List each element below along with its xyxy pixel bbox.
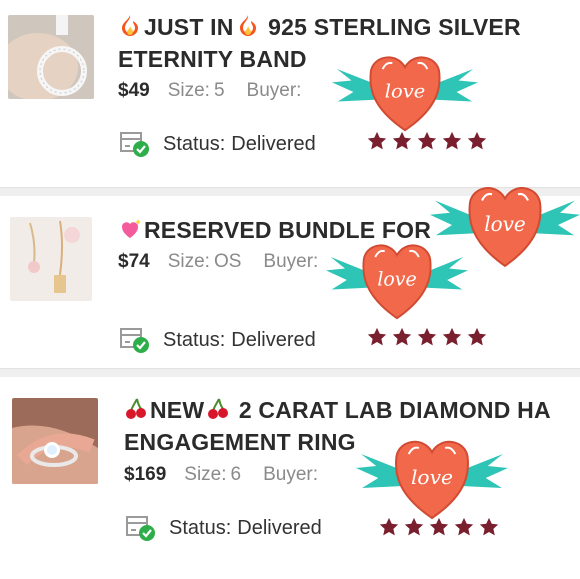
sparkling-heart-icon [118, 217, 142, 241]
delivered-package-icon [119, 128, 151, 158]
product-thumbnail-ring-pendant[interactable] [8, 15, 94, 99]
price: $74 [118, 251, 150, 272]
size-label: Size: [184, 464, 227, 485]
order-meta: $74 Size: OS Buyer: [118, 251, 322, 273]
size-value: OS [213, 251, 242, 272]
star-icon [467, 327, 487, 346]
star-icon [367, 327, 387, 346]
buyer-label: Buyer: [263, 251, 319, 272]
love-sticker-text: love [484, 212, 526, 236]
listing-title-line2: ETERNITY BAND [118, 46, 307, 72]
price: $49 [118, 80, 150, 101]
order-status: Status: Delivered [125, 512, 322, 542]
size-label: Size: [167, 251, 210, 272]
fire-icon [118, 14, 142, 38]
status-value: Delivered [231, 329, 316, 351]
status-label: Status: [169, 517, 232, 539]
star-icon [392, 327, 412, 346]
status-value: Delivered [237, 517, 322, 539]
size-value: 5 [213, 80, 225, 101]
price: $169 [124, 464, 167, 485]
rating-stars [366, 326, 491, 350]
love-heart-sticker: love [356, 432, 508, 522]
delivered-package-icon [119, 324, 151, 354]
status-label: Status: [163, 329, 226, 351]
order-card-1[interactable]: JUST IN 925 STERLING SILVER ETERNITY BAN… [0, 0, 580, 192]
cherries-icon [206, 397, 230, 421]
love-heart-sticker: love [332, 48, 478, 134]
buyer-label: Buyer: [246, 80, 302, 101]
product-thumbnail-earrings[interactable] [10, 217, 92, 301]
delivered-package-icon [125, 512, 157, 542]
love-sticker-text: love [411, 465, 453, 489]
buyer-label: Buyer: [263, 464, 319, 485]
product-thumbnail-diamond-ring[interactable] [12, 398, 98, 484]
cherries-icon [124, 397, 148, 421]
status-label: Status: [163, 133, 226, 155]
love-sticker-text: love [385, 80, 425, 103]
love-heart-sticker: love [326, 236, 468, 322]
order-status: Status: Delivered [119, 128, 316, 158]
listing-title-line2: ENGAGEMENT RING [124, 429, 356, 455]
order-meta: $169 Size: 6 Buyer: [124, 464, 322, 486]
fire-icon [236, 14, 260, 38]
order-meta: $49 Size: 5 Buyer: [118, 80, 305, 102]
love-sticker-text: love [377, 269, 416, 291]
status-value: Delivered [231, 133, 316, 155]
order-status: Status: Delivered [119, 324, 316, 354]
star-icon [417, 327, 437, 346]
size-label: Size: [167, 80, 210, 101]
size-value: 6 [230, 464, 242, 485]
star-icon [442, 327, 462, 346]
